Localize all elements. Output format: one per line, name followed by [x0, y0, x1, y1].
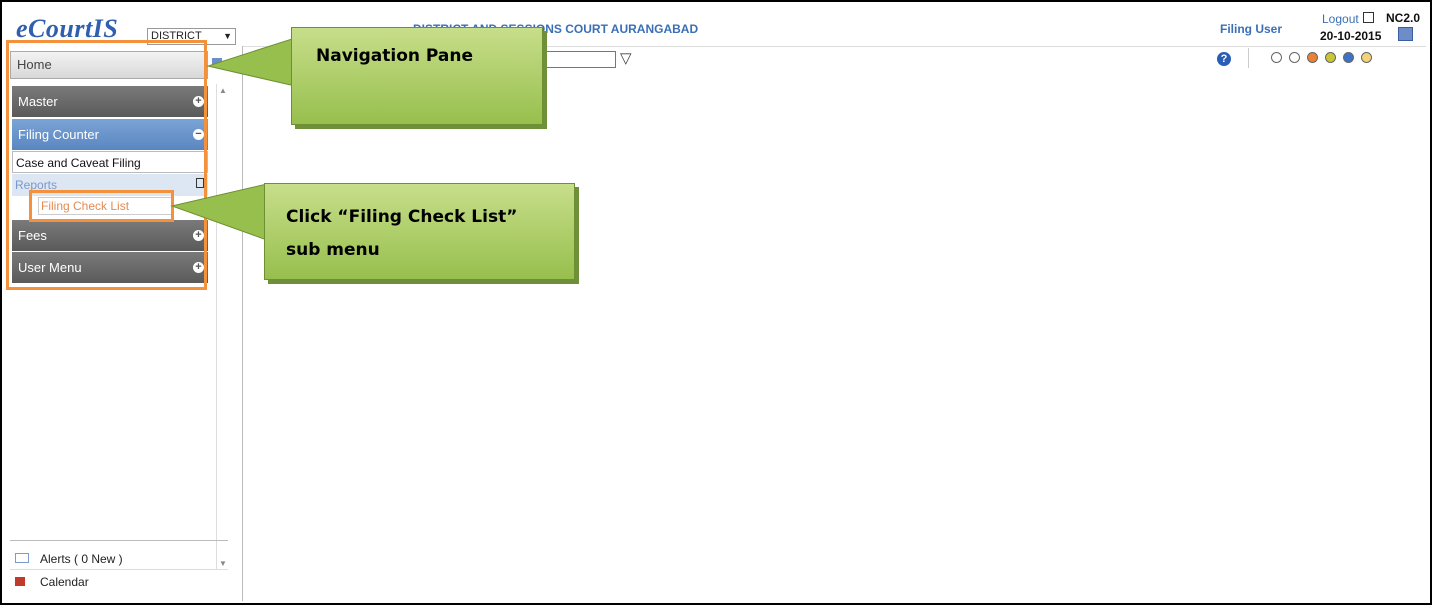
nav-pane-pointer — [206, 37, 296, 87]
callout-pointers — [170, 37, 296, 241]
nav-pane-callout-text: Navigation Pane — [316, 46, 474, 66]
callout-line-2: sub menu — [286, 240, 380, 260]
filing-check-list-pointer — [170, 183, 268, 241]
filing-check-list-callout: Click “Filing Check List” sub menu — [264, 183, 575, 280]
callout-line-1: Click “Filing Check List” — [286, 207, 518, 227]
nav-pane-callout: Navigation Pane — [291, 27, 543, 125]
